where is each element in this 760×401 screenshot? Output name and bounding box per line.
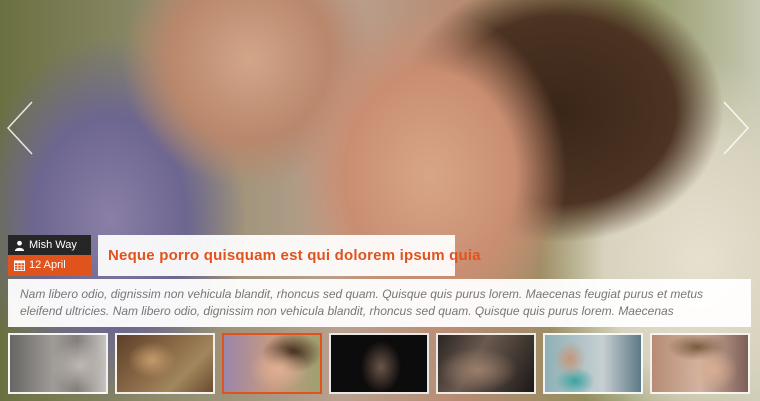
calendar-icon — [14, 260, 25, 271]
chevron-right-icon — [723, 101, 750, 155]
post-date: 12 April — [29, 259, 66, 271]
image-slider: Mish Way 12 April Neque porro quisquam e… — [0, 0, 760, 401]
author-badge[interactable]: Mish Way — [8, 235, 91, 255]
slide-title[interactable]: Neque porro quisquam est qui dolorem ips… — [98, 235, 481, 276]
prev-slide-button[interactable] — [6, 100, 34, 156]
post-meta: Mish Way 12 April — [8, 235, 91, 276]
thumbnail-7[interactable] — [650, 333, 750, 394]
author-name: Mish Way — [29, 239, 77, 251]
slide-title-box: Neque porro quisquam est qui dolorem ips… — [98, 235, 481, 276]
slide-description: Nam libero odio, dignissim non vehicula … — [20, 287, 704, 318]
thumbnail-4[interactable] — [329, 333, 429, 394]
date-badge: 12 April — [8, 255, 91, 276]
thumbnail-strip — [8, 333, 750, 394]
thumbnail-5[interactable] — [436, 333, 536, 394]
next-slide-button[interactable] — [722, 100, 750, 156]
chevron-left-icon — [6, 101, 33, 155]
thumbnail-2[interactable] — [115, 333, 215, 394]
thumbnail-6[interactable] — [543, 333, 643, 394]
slide-description-box: Nam libero odio, dignissim non vehicula … — [8, 279, 751, 327]
thumbnail-3-active[interactable] — [222, 333, 322, 394]
user-icon — [14, 240, 25, 251]
thumbnail-1[interactable] — [8, 333, 108, 394]
